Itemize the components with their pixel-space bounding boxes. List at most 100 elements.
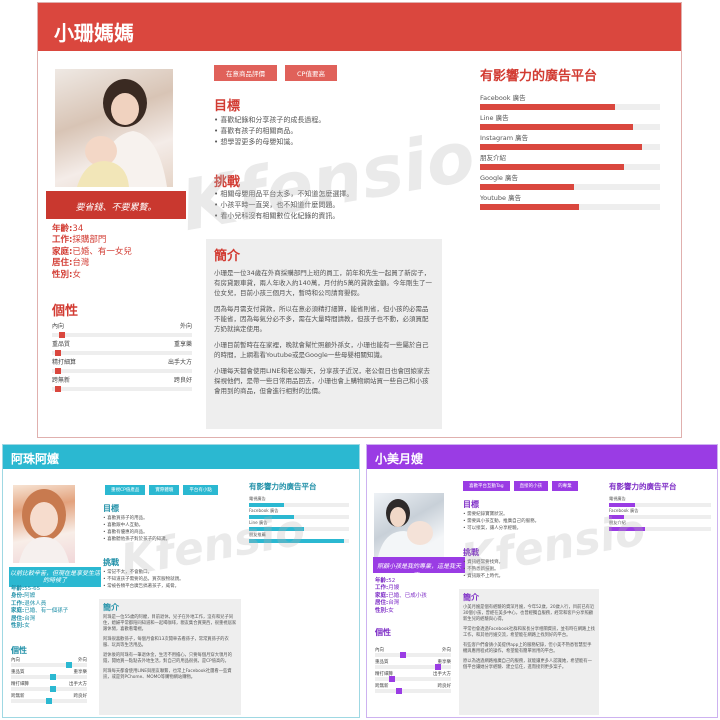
ad-bar <box>249 503 284 507</box>
intro-paragraph: 因為每月需支付貸款，所以在意必須精打細算，能省則省，但小孩的必需品不能省，因為每… <box>214 305 429 333</box>
personality-trait: 跨無新 跨良好 <box>11 693 87 705</box>
intro-paragraph: 小珊是一位34歲在外商採購部門上班的員工，前年和先生一起買了新房子，有房貸跟車貸… <box>214 269 433 297</box>
ad-bar <box>249 515 294 519</box>
persona-quote: 照顧小孩是我的專業，這是我天事。 <box>373 557 465 579</box>
ad-platforms: 有影響力的廣告平台 電視廣告 Facebook 廣告 朋友介紹 <box>609 481 711 532</box>
persona-tags: 在意商品評價 CP值要高 <box>214 65 337 81</box>
intro-panel: 簡介 小美月嫂是個有經驗的資深月嫂，今年52歲，20歲入行，目前已有近30個小孩… <box>459 589 599 715</box>
ad-bar <box>609 527 645 531</box>
challenges-title: 挑戰 <box>463 548 479 557</box>
goals-title: 目標 <box>463 500 479 509</box>
ad-row: 朋友介紹 <box>609 520 711 532</box>
personality-scales: 內向 外向 重品質 重享樂 精打細算 出手大方 跨無新 跨良好 <box>52 321 192 393</box>
personality-trait: 精打細算 出手大方 <box>375 671 451 683</box>
tag: 實際體驗 <box>149 485 180 495</box>
persona-name: 阿珠阿嬤 <box>3 445 359 469</box>
persona-quote: 以前比較辛苦，但現在是享受生活的時候了 <box>9 567 101 587</box>
ad-row: 電視廣告 <box>609 496 711 508</box>
trait-marker <box>46 698 52 704</box>
intro-paragraph: 阿珠每天都會使用LINE與朋友聯繫，也常上Facebook社團看一些資訊，或是到… <box>103 669 232 680</box>
personality-trait: 內向 外向 <box>52 321 192 339</box>
ads-title: 有影響力的廣告平台 <box>609 482 677 491</box>
tag: CP值要高 <box>285 65 337 81</box>
goals-list: 喜歡買孫子的用品。 喜歡跟中人互動。 喜歡有優惠的商品。 喜歡聽他孫子對於孩子的… <box>103 515 170 543</box>
ad-row: Facebook 廣告 <box>249 508 349 520</box>
challenges-title: 挑戰 <box>214 175 241 190</box>
goals-list: 需要紀錄寶寶狀況。 需要與小孩互動，推廣自己的服務。 可以接案，讓人分享經驗。 <box>463 511 539 532</box>
personality-scales: 內向 外向 重品質 重享樂 精打細算 出手大方 跨無新 跨良好 <box>11 657 87 705</box>
intro-paragraph: 阿珠是一位55歲的阿嬤，目前退休，兒子在外地工作，沒有和兒子同住，媳婦平常都陪同… <box>103 615 237 632</box>
persona-card-xiaomei: 小美月嫂 照顧小孩是我的專業，這是我天事。 年齡:52 工作:月嫂 家庭:已婚、… <box>366 444 718 718</box>
trait-marker <box>54 368 61 374</box>
intro-title: 簡介 <box>103 603 119 612</box>
persona-photo <box>13 485 75 563</box>
ads-title: 有影響力的廣告平台 <box>249 482 317 491</box>
ad-bar <box>480 184 574 190</box>
tag: 直接的小孩 <box>513 481 549 491</box>
personality-trait: 重品質 重享樂 <box>52 339 192 357</box>
persona-name: 小美月嫂 <box>367 445 717 469</box>
goals-list: 喜歡紀錄和分享孩子的成長過程。 喜歡有孩子的相關商品。 想學習更多的母嬰知識。 <box>214 115 325 148</box>
persona-photo <box>55 69 173 187</box>
intro-paragraph: 小珊目前暫時在在家裡，晚就會幫忙照顧外孫女，小珊也能有一些屬於自己的時間，上網看… <box>214 341 429 359</box>
intro-paragraph: 平常也會透過Facebook社群和家長分享相關資訊，並有時在網路上找工作，和其他… <box>463 627 595 638</box>
ad-row: 朋友推薦 <box>249 532 349 544</box>
personality-trait: 精打細算 出手大方 <box>52 357 192 375</box>
ad-bar <box>480 164 624 170</box>
trait-marker <box>396 688 402 694</box>
ad-row: Google 廣告 <box>480 172 660 192</box>
personality-trait: 跨無新 跨良好 <box>375 683 451 695</box>
intro-paragraph: 原以為透過網路推廣自己的服務，就能讓更多人認識她，希望能有一個平台讓她分享經驗、… <box>463 659 592 670</box>
persona-photo <box>374 493 444 557</box>
ad-row: 電視廣告 <box>249 496 349 508</box>
ad-platforms: 有影響力的廣告平台 Facebook 廣告 Line 廣告 Instagram … <box>480 65 660 212</box>
trait-marker <box>65 662 72 668</box>
intro-paragraph: 小美月嫂是個有經驗的資深月嫂，今年52歲，20歲入行，目前已有近30個小孩，曾經… <box>463 605 595 622</box>
personality-trait: 跨無新 跨良好 <box>52 375 192 393</box>
ads-title: 有影響力的廣告平台 <box>480 69 598 84</box>
personality-trait: 重品質 重享樂 <box>11 669 87 681</box>
challenges-list: 常記不太，不會動口。 不知道孩子需要的品，買衣服物就親。 常被各類平台廣告搞著孩… <box>103 569 184 590</box>
persona-tags: 重視CP值產品 實際體驗 平台有小點 <box>105 485 218 495</box>
persona-quote: 要省錢、不要累贅。 <box>46 191 186 219</box>
personality-trait: 內向 外向 <box>11 657 87 669</box>
trait-marker <box>54 386 61 392</box>
trait-marker <box>58 332 65 338</box>
persona-card-azhu: 阿珠阿嬤 以前比較辛苦，但現在是享受生活的時候了 年齡:55-65 身份:阿嬤 … <box>2 444 360 718</box>
ad-bar <box>480 204 579 210</box>
persona-demographics: 年齡:55-65 身份:阿嬤 工作:退休人員 家庭:已婚、有一個孫子 居住:台灣… <box>11 586 69 630</box>
ad-row: Instagram 廣告 <box>480 132 660 152</box>
intro-title: 簡介 <box>463 593 479 602</box>
persona-card-xiaoshan: 小珊媽媽 要省錢、不要累贅。 年齡:34 工作:採購部門 家庭:已婚、有一女兒 … <box>37 2 682 438</box>
trait-marker <box>434 664 441 670</box>
intro-paragraph: 有些客戶們會請小美提供app上的服務紀錄，但小美不熟悉智慧型手機與應用程式的操作… <box>463 643 592 654</box>
persona-demographics: 年齡:52 工作:月嫂 家庭:已婚、已成小孩 居住:台灣 性別:女 <box>375 578 427 614</box>
personality-trait: 精打細算 出手大方 <box>11 681 87 693</box>
intro-panel: 簡介 阿珠是一位55歲的阿嬤，目前退休，兒子在外地工作，沒有和兒子同住，媳婦平常… <box>99 599 241 715</box>
intro-paragraph: 退休後的阿珠有一筆退休金，生活不用擔心，只要每個月穿大領月的錢，開始買一點點去外… <box>103 653 232 664</box>
ad-row: Facebook 廣告 <box>480 92 660 112</box>
tag: 重視CP值產品 <box>105 485 146 495</box>
intro-panel: 簡介 小珊是一位34歲在外商採購部門上班的員工，前年和先生一起買了新房子，有房貸… <box>206 239 442 429</box>
ad-row: Line 廣告 <box>249 520 349 532</box>
personality-title: 個性 <box>375 628 391 637</box>
challenges-list: 資訊經常要找齊。 不熟悉新技術。 資訊跟不上時代。 <box>463 559 503 580</box>
trait-marker <box>49 686 56 692</box>
ad-platforms: 有影響力的廣告平台 電視廣告 Facebook 廣告 Line 廣告 朋友推薦 <box>249 481 349 544</box>
personality-scales: 內向 外向 重品質 重享樂 精打細算 出手大方 跨無新 跨良好 <box>375 647 451 695</box>
persona-name: 小珊媽媽 <box>38 3 681 51</box>
personality-title: 個性 <box>52 304 79 319</box>
ad-row: Youtube 廣告 <box>480 192 660 212</box>
ad-bar <box>480 144 642 150</box>
ad-bar <box>480 104 615 110</box>
intro-paragraph: 阿珠很喜歡孫子，每個月會和13次開車去看孫子，常常買孫子的衣服、玩具等生活用品。 <box>103 637 229 648</box>
tag: 在意商品評價 <box>214 65 277 81</box>
ad-row: Facebook 廣告 <box>609 508 711 520</box>
trait-marker <box>49 674 56 680</box>
trait-marker <box>54 350 61 356</box>
challenges-title: 挑戰 <box>103 558 119 567</box>
challenges-list: 相關母嬰用品平台太多，不知道怎麼選擇。 小孩平時一直哭，也不知道什麼問題。 看小… <box>214 189 353 222</box>
ad-bar <box>609 503 635 507</box>
trait-marker <box>389 676 395 682</box>
ad-row: Line 廣告 <box>480 112 660 132</box>
